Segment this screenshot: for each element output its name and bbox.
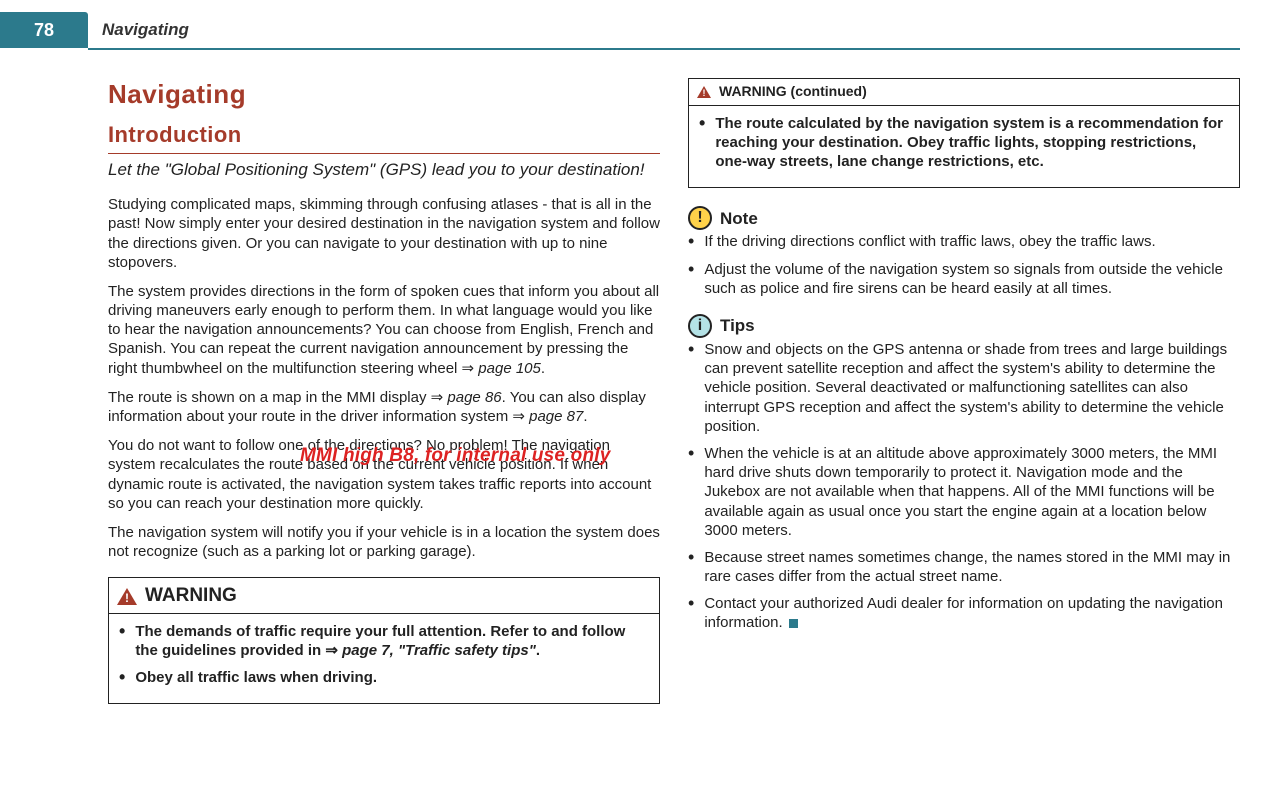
page-ref[interactable]: page 105 (478, 360, 541, 377)
note-title: Note (720, 208, 758, 230)
tips-text: When the vehicle is at an altitude above… (704, 444, 1240, 540)
tips-title: Tips (720, 315, 755, 337)
bullet-icon: • (688, 548, 694, 586)
tips-item: • Snow and objects on the GPS antenna or… (688, 340, 1240, 436)
info-icon: i (688, 314, 712, 338)
section-heading: Introduction (108, 121, 660, 154)
right-column: WARNING (continued) • The route calculat… (688, 78, 1240, 704)
ref-arrow: ⇒ (462, 360, 475, 377)
text: The system provides directions in the fo… (108, 283, 659, 377)
tips-text: Because street names sometimes change, t… (704, 548, 1240, 586)
text: . (541, 360, 545, 377)
warning-triangle-icon (697, 86, 711, 98)
warning-title: WARNING (145, 584, 237, 608)
warning-text: The demands of traffic require your full… (135, 622, 651, 660)
bullet-icon: • (699, 114, 705, 172)
left-column: Navigating Introduction Let the "Global … (108, 78, 660, 704)
bullet-icon: • (688, 444, 694, 540)
ref-arrow: ⇒ (431, 389, 444, 406)
warning-continued-header: WARNING (continued) (689, 79, 1239, 106)
bullet-icon: • (688, 340, 694, 436)
text: . (536, 642, 540, 659)
note-header: ! Note (688, 206, 1240, 230)
ref-arrow: ⇒ (512, 408, 525, 425)
tips-item: • Because street names sometimes change,… (688, 548, 1240, 586)
paragraph: The navigation system will notify you if… (108, 523, 660, 561)
paragraph: You do not want to follow one of the dir… (108, 436, 660, 513)
note-text: If the driving directions conflict with … (704, 232, 1240, 251)
warning-body: • The demands of traffic require your fu… (109, 614, 659, 704)
bullet-icon: • (688, 594, 694, 632)
tips-item: • Contact your authorized Audi dealer fo… (688, 594, 1240, 632)
bullet-icon: • (119, 668, 125, 687)
paragraph: The system provides directions in the fo… (108, 282, 660, 378)
warning-continued-title: WARNING (continued) (719, 83, 867, 101)
header-rule (88, 48, 1240, 50)
warning-header: WARNING (109, 578, 659, 613)
running-head: Navigating (102, 20, 189, 40)
section-subtitle: Let the "Global Positioning System" (GPS… (108, 160, 660, 181)
warning-item: • Obey all traffic laws when driving. (119, 668, 651, 687)
tips-header: i Tips (688, 314, 1240, 338)
section-end-icon (789, 619, 798, 628)
warning-body: • The route calculated by the navigation… (689, 106, 1239, 188)
warning-box: WARNING • The demands of traffic require… (108, 577, 660, 704)
bullet-icon: • (688, 260, 694, 298)
paragraph: Studying complicated maps, skimming thro… (108, 195, 660, 272)
page-header: 78 Navigating (0, 8, 1266, 50)
tips-text: Contact your authorized Audi dealer for … (704, 594, 1240, 632)
page-ref[interactable]: page 86 (447, 389, 501, 406)
warning-continued-box: WARNING (continued) • The route calculat… (688, 78, 1240, 188)
text: Contact your authorized Audi dealer for … (704, 595, 1223, 631)
note-item: • If the driving directions conflict wit… (688, 232, 1240, 251)
note-icon: ! (688, 206, 712, 230)
ref-arrow: ⇒ (325, 642, 338, 659)
note-item: • Adjust the volume of the navigation sy… (688, 260, 1240, 298)
bullet-icon: • (119, 622, 125, 660)
page-title: Navigating (108, 78, 660, 111)
text: The route is shown on a map in the MMI d… (108, 389, 431, 406)
tips-item: • When the vehicle is at an altitude abo… (688, 444, 1240, 540)
page: 78 Navigating Navigating Introduction Le… (0, 0, 1266, 788)
warning-item: • The demands of traffic require your fu… (119, 622, 651, 660)
text: . (583, 408, 587, 425)
bullet-icon: • (688, 232, 694, 251)
content: Navigating Introduction Let the "Global … (0, 50, 1266, 704)
page-number-tab: 78 (0, 12, 88, 48)
warning-text: Obey all traffic laws when driving. (135, 668, 651, 687)
warning-triangle-icon (117, 588, 137, 605)
warning-item: • The route calculated by the navigation… (699, 114, 1231, 172)
warning-text: The route calculated by the navigation s… (715, 114, 1231, 172)
page-ref[interactable]: page 7, "Traffic safety tips" (342, 642, 536, 659)
note-text: Adjust the volume of the navigation syst… (704, 260, 1240, 298)
page-ref[interactable]: page 87 (529, 408, 583, 425)
paragraph: The route is shown on a map in the MMI d… (108, 388, 660, 426)
tips-text: Snow and objects on the GPS antenna or s… (704, 340, 1240, 436)
